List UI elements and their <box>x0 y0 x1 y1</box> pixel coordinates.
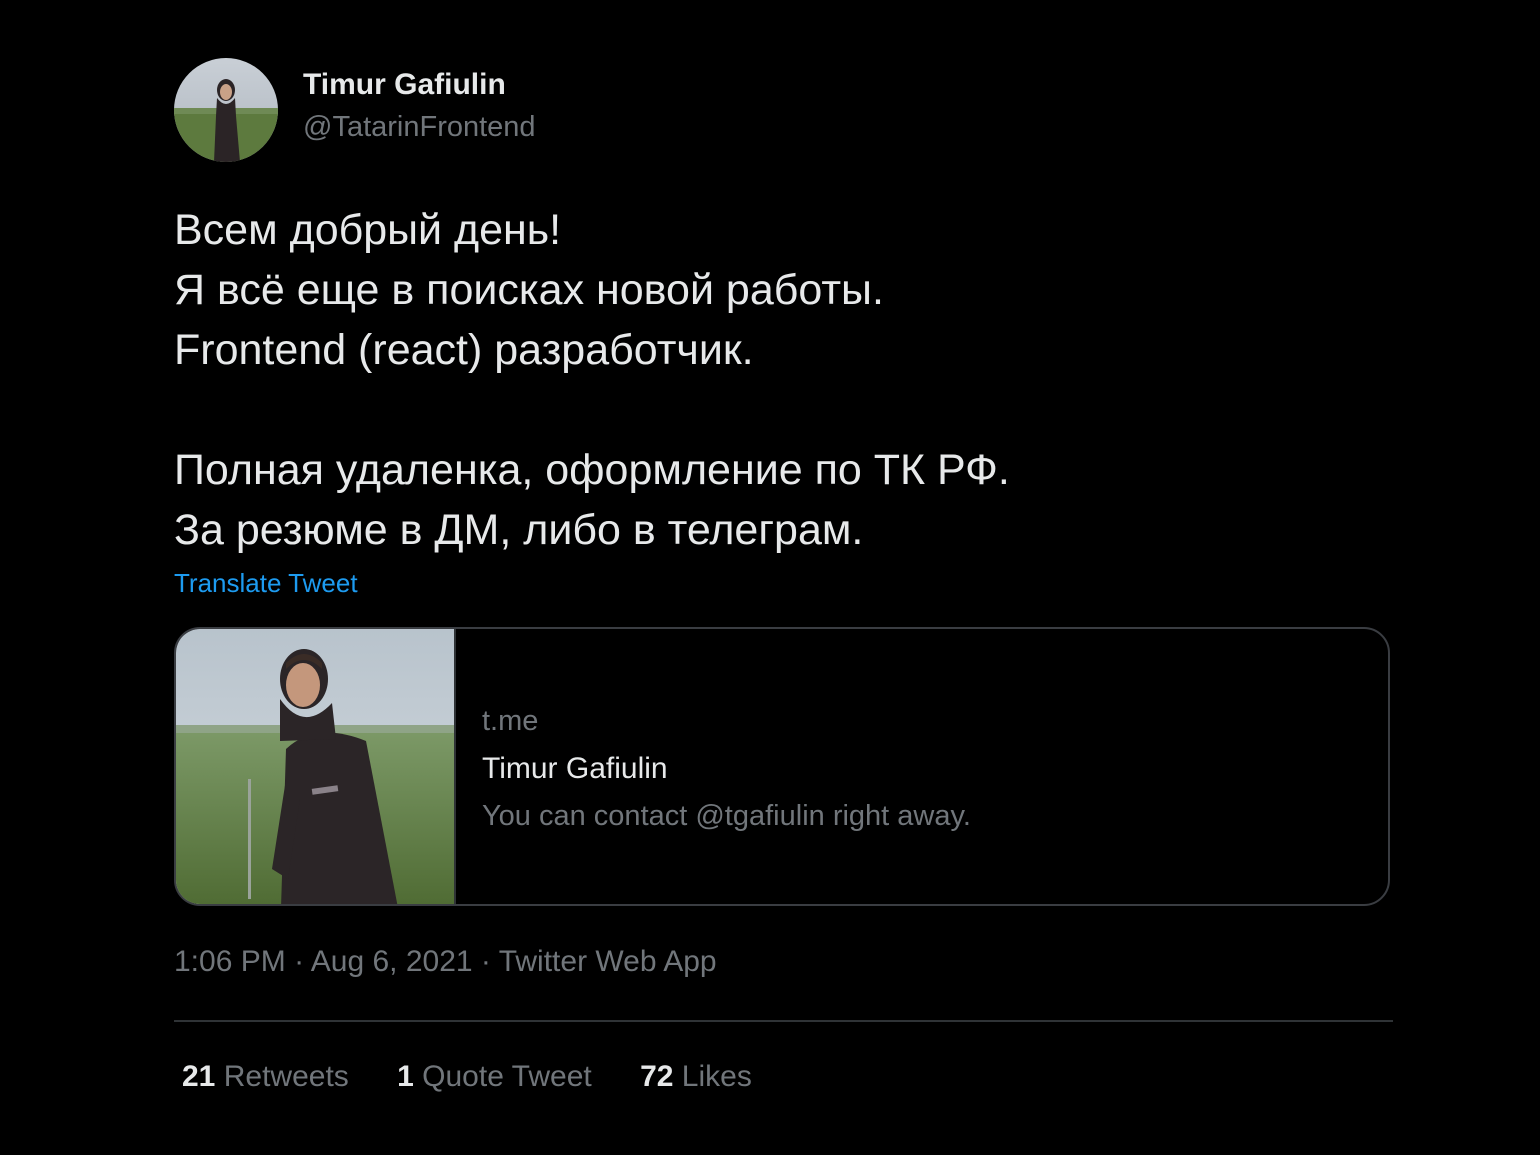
tweet-text-line: Полная удаленка, оформление по ТК РФ. <box>174 446 1010 494</box>
link-card-image <box>176 629 456 904</box>
tweet-metadata: 1:06 PM · Aug 6, 2021 · Twitter Web App <box>174 945 717 979</box>
avatar-photo <box>174 58 278 162</box>
quote-tweets-label: Quote Tweet <box>422 1060 592 1093</box>
author-handle[interactable]: @TatarinFrontend <box>303 111 536 144</box>
translate-tweet-link[interactable]: Translate Tweet <box>174 568 358 599</box>
retweets-count: 21 <box>182 1060 216 1093</box>
author-avatar[interactable] <box>174 58 278 162</box>
link-card-description: You can contact @tgafiulin right away. <box>482 800 971 832</box>
tweet-text-line: Я всё еще в поисках новой работы. <box>174 266 884 314</box>
link-card-title: Timur Gafiulin <box>482 752 668 785</box>
link-card-domain: t.me <box>482 705 539 737</box>
tweet-detail: Timur Gafiulin @TatarinFrontend Всем доб… <box>0 0 1540 1155</box>
tweet-stats: 21 Retweets 1 Quote Tweet 72 Likes <box>182 1060 792 1094</box>
tweet-date[interactable]: Aug 6, 2021 <box>311 945 473 978</box>
tweet-text-line: За резюме в ДМ, либо в телеграм. <box>174 506 864 554</box>
tweet-source[interactable]: Twitter Web App <box>499 945 717 978</box>
likes-count: 72 <box>640 1060 674 1093</box>
quote-tweets-stat[interactable]: 1 Quote Tweet <box>397 1060 592 1094</box>
tweet-text-line: Frontend (react) разработчик. <box>174 326 754 374</box>
meta-separator: · <box>480 945 491 978</box>
author-display-name[interactable]: Timur Gafiulin <box>303 68 506 102</box>
tweet-time[interactable]: 1:06 PM <box>174 945 286 978</box>
tweet-text-line: Всем добрый день! <box>174 206 562 254</box>
retweets-label: Retweets <box>223 1060 349 1093</box>
tweet-text: Всем добрый день! Я всё еще в поисках но… <box>174 200 1394 560</box>
likes-label: Likes <box>681 1060 752 1093</box>
card-photo <box>176 629 454 904</box>
quote-tweets-count: 1 <box>397 1060 414 1093</box>
retweets-stat[interactable]: 21 Retweets <box>182 1060 349 1094</box>
meta-separator: · <box>294 945 305 978</box>
link-preview-card[interactable]: t.me Timur Gafiulin You can contact @tga… <box>174 627 1390 906</box>
divider <box>174 1020 1393 1022</box>
likes-stat[interactable]: 72 Likes <box>640 1060 752 1094</box>
